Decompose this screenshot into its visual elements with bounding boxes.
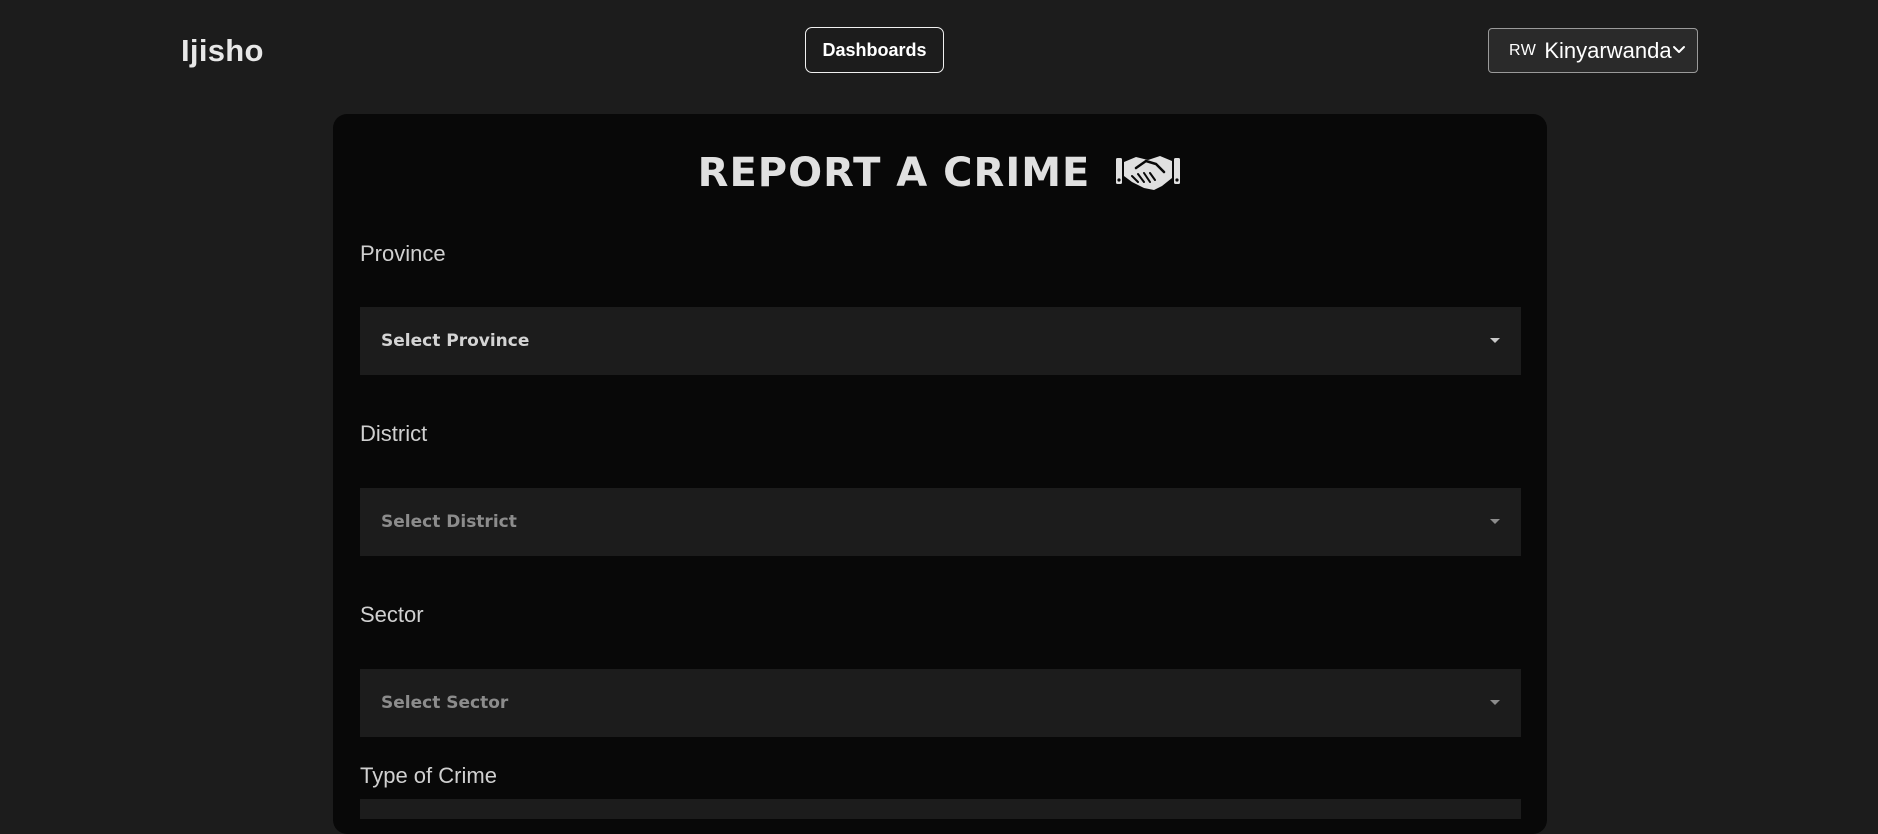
- report-form-card: REPORT A CRIME Province Select Province …: [333, 114, 1547, 834]
- province-select[interactable]: Select Province: [360, 307, 1521, 375]
- district-label: District: [360, 421, 428, 446]
- language-label: Kinyarwanda: [1544, 37, 1672, 63]
- sector-label: Sector: [360, 602, 424, 627]
- district-select[interactable]: Select District: [360, 488, 1521, 556]
- navbar: Ijisho Dashboards RW Kinyarwanda: [0, 0, 1878, 104]
- caret-down-icon: [1490, 519, 1500, 524]
- crime-type-select[interactable]: [360, 799, 1521, 819]
- sector-select[interactable]: Select Sector: [360, 669, 1521, 737]
- chevron-down-icon: [1673, 46, 1685, 53]
- form-title: REPORT A CRIME: [333, 150, 1547, 196]
- language-code: RW: [1509, 41, 1537, 59]
- caret-down-icon: [1490, 700, 1500, 705]
- form-title-text: REPORT A CRIME: [697, 150, 1091, 196]
- district-select-value: Select District: [381, 512, 517, 532]
- handshake-icon: [1116, 156, 1181, 190]
- brand-logo[interactable]: Ijisho: [181, 33, 264, 69]
- language-select[interactable]: RW Kinyarwanda: [1488, 28, 1698, 73]
- province-select-value: Select Province: [381, 331, 530, 351]
- sector-select-value: Select Sector: [381, 693, 509, 713]
- province-label: Province: [360, 241, 446, 266]
- crime-type-label: Type of Crime: [360, 763, 497, 788]
- dashboards-button[interactable]: Dashboards: [805, 27, 944, 73]
- caret-down-icon: [1490, 338, 1500, 343]
